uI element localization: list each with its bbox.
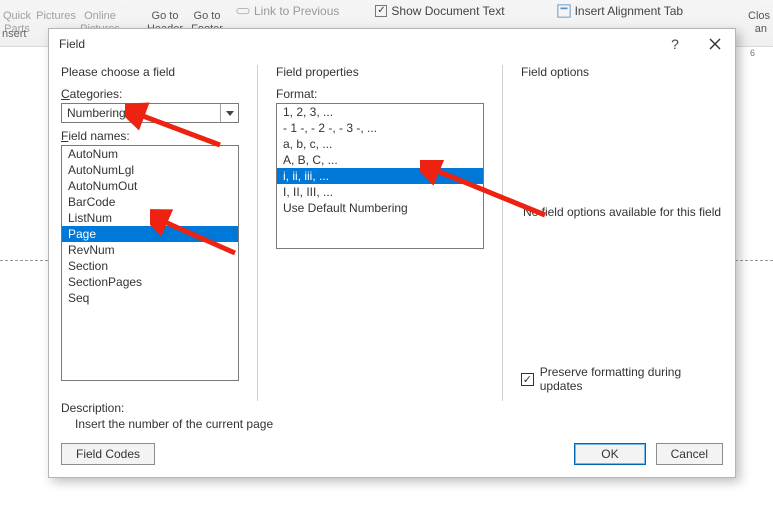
field-name-item[interactable]: ListNum <box>62 210 238 226</box>
format-item[interactable]: i, ii, iii, ... <box>277 168 483 184</box>
cancel-button[interactable]: Cancel <box>656 443 723 465</box>
ribbon-link-to-previous[interactable]: Link to Previous <box>228 0 347 22</box>
field-name-item[interactable]: BarCode <box>62 194 238 210</box>
dialog-help-button[interactable]: ? <box>655 29 695 59</box>
field-dialog: Field ? Please choose a field Categories… <box>48 28 736 478</box>
categories-combo[interactable]: Numbering <box>61 103 239 123</box>
column-separator-1 <box>257 65 258 401</box>
format-item[interactable]: 1, 2, 3, ... <box>277 104 483 120</box>
description-text: Insert the number of the current page <box>61 417 723 431</box>
field-name-item[interactable]: AutoNum <box>62 146 238 162</box>
dialog-titlebar: Field ? <box>49 29 735 59</box>
preserve-formatting-label: Preserve formatting during updates <box>540 365 723 393</box>
field-names-label: Field names: <box>61 129 239 143</box>
field-name-item[interactable]: AutoNumLgl <box>62 162 238 178</box>
format-item[interactable]: A, B, C, ... <box>277 152 483 168</box>
checkbox-icon: ✓ <box>375 5 387 17</box>
description-title: Description: <box>61 401 723 415</box>
format-item[interactable]: Use Default Numbering <box>277 200 483 216</box>
chevron-down-icon <box>220 104 238 122</box>
field-name-item[interactable]: Page <box>62 226 238 242</box>
description-block: Description: Insert the number of the cu… <box>49 401 735 437</box>
field-properties-column: Field properties Format: 1, 2, 3, ...- 1… <box>276 65 484 401</box>
preserve-formatting-row[interactable]: ✓ Preserve formatting during updates <box>521 365 723 393</box>
ok-button[interactable]: OK <box>574 443 645 465</box>
format-item[interactable]: I, II, III, ... <box>277 184 483 200</box>
dialog-footer: Field Codes OK Cancel <box>49 437 735 477</box>
field-name-item[interactable]: RevNum <box>62 242 238 258</box>
ribbon-insert-alignment-tab[interactable]: Insert Alignment Tab <box>549 0 692 22</box>
link-icon <box>236 4 250 18</box>
no-field-options-text: No field options available for this fiel… <box>521 205 723 219</box>
ribbon-close-bottom: an <box>755 24 767 35</box>
checkbox-icon: ✓ <box>521 373 534 386</box>
ribbon-group-insert: nsert <box>0 28 26 40</box>
field-properties-heading: Field properties <box>276 65 484 79</box>
field-options-column: Field options No field options available… <box>521 65 723 401</box>
format-listbox[interactable]: 1, 2, 3, ...- 1 -, - 2 -, - 3 -, ...a, b… <box>276 103 484 249</box>
format-label: Format: <box>276 87 484 101</box>
format-item[interactable]: - 1 -, - 2 -, - 3 -, ... <box>277 120 483 136</box>
choose-field-column: Please choose a field Categories: Number… <box>61 65 239 401</box>
choose-field-heading: Please choose a field <box>61 65 239 79</box>
ruler-tick-6: 6 <box>750 48 755 58</box>
ribbon-insert-alignment-tab-label: Insert Alignment Tab <box>575 4 684 18</box>
field-names-listbox[interactable]: AutoNumAutoNumLglAutoNumOutBarCodeListNu… <box>61 145 239 381</box>
dialog-close-button[interactable] <box>695 29 735 59</box>
column-separator-2 <box>502 65 503 401</box>
field-name-item[interactable]: SectionPages <box>62 274 238 290</box>
alignment-tab-icon <box>557 4 571 18</box>
ribbon-show-doc-text-label: Show Document Text <box>391 4 504 18</box>
field-codes-button[interactable]: Field Codes <box>61 443 155 465</box>
close-icon <box>709 38 721 50</box>
field-options-heading: Field options <box>521 65 723 79</box>
dialog-title: Field <box>59 37 85 51</box>
categories-label: Categories: <box>61 87 239 101</box>
ribbon-link-to-previous-label: Link to Previous <box>254 4 339 18</box>
format-item[interactable]: a, b, c, ... <box>277 136 483 152</box>
field-name-item[interactable]: Seq <box>62 290 238 306</box>
ribbon-show-doc-text[interactable]: ✓ Show Document Text <box>367 0 512 22</box>
field-name-item[interactable]: Section <box>62 258 238 274</box>
field-name-item[interactable]: AutoNumOut <box>62 178 238 194</box>
categories-value: Numbering <box>62 104 220 122</box>
